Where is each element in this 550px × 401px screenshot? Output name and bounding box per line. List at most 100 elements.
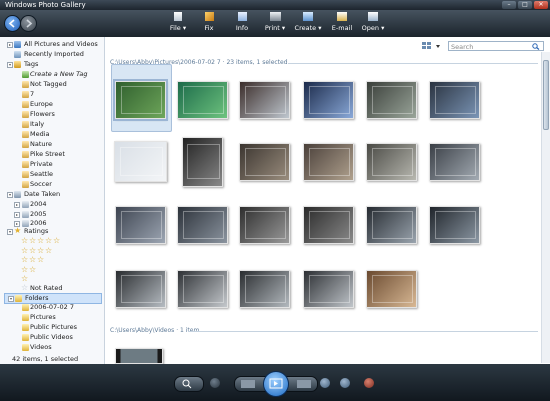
photo-thumbnail[interactable] — [303, 206, 354, 244]
star-icon: ☆ — [53, 236, 61, 245]
collapse-toggle[interactable]: ▾ — [8, 296, 14, 302]
photo-thumbnail[interactable] — [182, 137, 223, 187]
thumbnail-image — [434, 211, 477, 239]
photo-thumbnail[interactable] — [366, 270, 417, 308]
nav-ratings[interactable]: ▾ ★ Ratings — [0, 226, 104, 236]
open-menu-button[interactable]: Open ▾ — [361, 12, 385, 32]
forward-button[interactable] — [20, 15, 37, 32]
scrollbar-thumb[interactable] — [543, 60, 549, 130]
thumbnail-image — [244, 211, 287, 239]
nav-tag-item[interactable]: Flowers — [0, 110, 104, 119]
video-thumbnail[interactable] — [115, 348, 163, 364]
expand-toggle[interactable]: ▸ — [14, 202, 20, 208]
nav-tag-item[interactable]: 7 — [0, 90, 104, 99]
collapse-toggle[interactable]: ▾ — [7, 229, 13, 235]
maximize-button[interactable]: □ — [518, 1, 532, 9]
photo-thumbnail[interactable] — [303, 143, 354, 181]
star-icon: ☆ — [21, 245, 29, 255]
fix-button[interactable]: Fix — [200, 12, 218, 32]
previous-icon[interactable] — [241, 380, 255, 388]
nav-tag-item[interactable]: Private — [0, 160, 104, 169]
photo-thumbnail[interactable] — [429, 143, 480, 181]
close-button[interactable]: ✕ — [534, 1, 548, 9]
nav-rating-3-stars[interactable]: ☆ ☆ ☆ — [0, 255, 104, 265]
thumbnail-image — [371, 148, 414, 176]
tag-icon — [22, 181, 29, 188]
nav-tag-item[interactable]: Seattle — [0, 170, 104, 179]
nav-not-tagged[interactable]: Not Tagged — [0, 80, 104, 89]
thumbnail-image — [371, 86, 414, 114]
nav-folder-item[interactable]: Public Pictures — [0, 323, 104, 332]
delete-icon[interactable] — [364, 378, 374, 388]
photo-thumbnail[interactable] — [366, 143, 417, 181]
photo-thumbnail[interactable] — [177, 206, 228, 244]
photo-thumbnail[interactable] — [239, 143, 290, 181]
nav-folder-item[interactable]: 2006-07-02 7 — [0, 303, 104, 312]
nav-year-item[interactable]: 2005 ▸ — [0, 210, 104, 219]
vertical-scrollbar[interactable] — [541, 52, 550, 363]
photo-thumbnail[interactable] — [177, 81, 228, 119]
photo-thumbnail[interactable] — [115, 270, 166, 308]
photo-thumbnail[interactable] — [177, 270, 228, 308]
tag-icon — [22, 151, 29, 158]
back-button[interactable] — [4, 15, 21, 32]
rotate-left-icon[interactable] — [320, 378, 330, 388]
next-icon[interactable] — [297, 380, 311, 388]
videos-group-header[interactable]: C:\Users\Abby\Videos · 1 item — [110, 326, 199, 335]
photo-thumbnail[interactable] — [239, 81, 290, 119]
nav-not-rated[interactable]: ☆ Not Rated — [0, 283, 104, 293]
collapse-toggle[interactable]: ▾ — [7, 192, 13, 198]
thumbnail-image — [182, 86, 225, 114]
expand-toggle[interactable]: ▸ — [14, 211, 20, 218]
search-icon[interactable] — [531, 43, 541, 50]
nav-date-taken[interactable]: ▾ Date Taken — [0, 190, 104, 199]
nav-tag-item[interactable]: Soccer — [0, 180, 104, 189]
minimize-button[interactable]: – — [502, 1, 516, 9]
nav-tags[interactable]: ▾ Tags — [0, 60, 104, 69]
photo-thumbnail[interactable] — [366, 81, 417, 119]
photo-thumbnail[interactable] — [115, 206, 166, 244]
email-button[interactable]: E-mail — [329, 12, 355, 32]
search-box[interactable]: Search — [448, 41, 544, 51]
nav-rating-4-stars[interactable]: ☆ ☆ ☆ ☆ — [0, 245, 104, 256]
nav-recently-imported[interactable]: Recently Imported — [0, 50, 104, 59]
window-controls: – □ ✕ — [502, 1, 548, 9]
slideshow-button[interactable] — [263, 371, 289, 397]
nav-folder-item[interactable]: Public Videos — [0, 333, 104, 342]
photo-thumbnail[interactable] — [239, 206, 290, 244]
search-input[interactable]: Search — [451, 43, 473, 51]
photo-thumbnail[interactable] — [239, 270, 290, 308]
nav-tag-item[interactable]: Europe — [0, 100, 104, 109]
file-menu-button[interactable]: File ▾ — [166, 12, 190, 32]
create-menu-button[interactable]: Create ▾ — [293, 12, 323, 32]
thumbnail-image — [308, 148, 351, 176]
nav-rating-2-stars[interactable]: ☆ ☆ — [0, 265, 104, 275]
view-icon — [422, 42, 440, 49]
collapse-toggle[interactable]: ▾ — [7, 62, 13, 68]
expand-toggle[interactable]: ▸ — [7, 42, 13, 48]
photo-thumbnail[interactable] — [429, 206, 480, 244]
nav-tag-item[interactable]: Italy — [0, 120, 104, 129]
zoom-button[interactable] — [174, 376, 204, 392]
nav-all-pictures-videos[interactable]: ▸ All Pictures and Videos — [0, 40, 104, 49]
nav-tag-item[interactable]: Pike Street — [0, 150, 104, 159]
photo-thumbnail[interactable] — [366, 206, 417, 244]
photo-thumbnail[interactable] — [303, 81, 354, 119]
info-button[interactable]: Info — [232, 12, 252, 32]
nav-tag-item[interactable]: Nature — [0, 140, 104, 149]
nav-create-new-tag[interactable]: Create a New Tag — [0, 70, 104, 79]
nav-folder-item[interactable]: Pictures — [0, 313, 104, 322]
nav-tag-item[interactable]: Media — [0, 130, 104, 139]
print-menu-button[interactable]: Print ▾ — [262, 12, 288, 32]
actual-size-icon[interactable] — [210, 378, 220, 388]
nav-year-item[interactable]: 2004 ▸ — [0, 200, 104, 209]
rotate-right-icon[interactable] — [340, 378, 350, 388]
photo-thumbnail[interactable] — [114, 141, 167, 182]
open-icon — [368, 12, 378, 21]
photo-thumbnail[interactable] — [429, 81, 480, 119]
view-options-button[interactable] — [421, 41, 443, 51]
nav-rating-1-stars[interactable]: ☆ — [0, 274, 104, 284]
thumbnail-selected[interactable] — [113, 79, 168, 121]
nav-folder-item[interactable]: Videos — [0, 343, 104, 352]
photo-thumbnail[interactable] — [303, 270, 354, 308]
